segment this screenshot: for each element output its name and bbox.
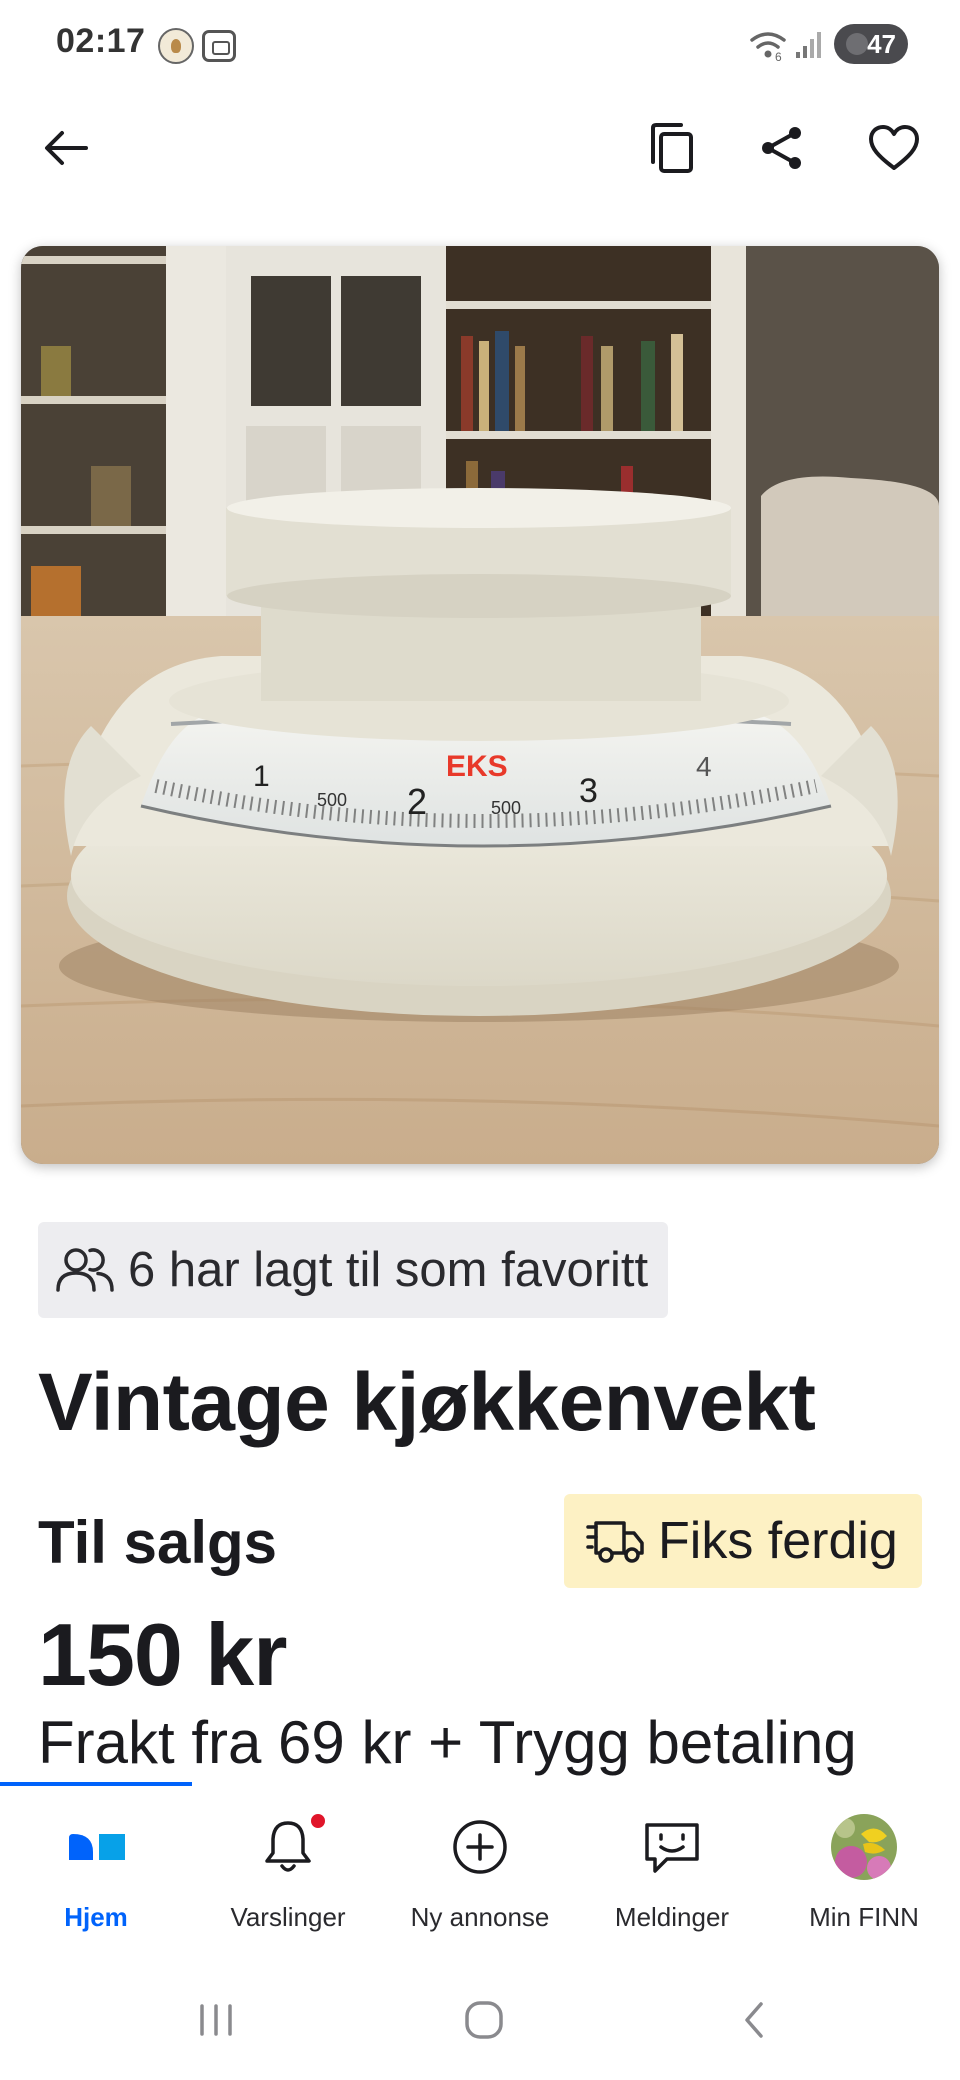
svg-text:2: 2 bbox=[407, 781, 427, 822]
app-header bbox=[0, 100, 960, 200]
recent-apps-button[interactable] bbox=[176, 1990, 256, 2050]
share-button[interactable] bbox=[746, 112, 818, 184]
svg-text:4: 4 bbox=[696, 751, 712, 782]
battery-saver-icon bbox=[846, 33, 868, 55]
battery-icon: 47 bbox=[834, 24, 908, 64]
notification-dot bbox=[309, 1812, 327, 1830]
battery-level: 47 bbox=[867, 28, 896, 59]
status-time: 02:17 bbox=[56, 22, 146, 60]
signal-icon bbox=[796, 32, 821, 58]
svg-text:6: 6 bbox=[775, 50, 782, 62]
favorites-count-text: 6 har lagt til som favoritt bbox=[128, 1243, 649, 1297]
active-tab-indicator bbox=[0, 1782, 192, 1786]
nav-label-new-ad: Ny annonse bbox=[410, 1902, 550, 1932]
nav-item-profile[interactable]: Min FINN bbox=[768, 1810, 960, 1940]
avatar bbox=[831, 1814, 897, 1880]
svg-text:EKS: EKS bbox=[446, 750, 508, 783]
svg-text:1: 1 bbox=[253, 760, 270, 793]
nav-item-messages[interactable]: Meldinger bbox=[576, 1810, 768, 1940]
plus-circle-icon bbox=[453, 1820, 507, 1874]
home-circle-icon bbox=[465, 2001, 503, 2039]
nav-item-home[interactable]: Hjem bbox=[0, 1810, 192, 1940]
back-arrow-icon bbox=[45, 131, 88, 165]
system-navigation-bar bbox=[0, 1960, 960, 2080]
bottom-navigation: Hjem Varslinger Ny annonse Meldinger Min… bbox=[0, 1782, 960, 1956]
flower-app-icon bbox=[158, 28, 194, 64]
delivery-truck-icon bbox=[586, 1521, 644, 1563]
status-bar: 02:17 6 47 bbox=[0, 0, 960, 92]
heart-icon bbox=[869, 125, 919, 170]
nav-label-notifications: Varslinger bbox=[230, 1902, 346, 1932]
svg-text:500: 500 bbox=[317, 790, 347, 810]
chevron-left-icon bbox=[745, 2002, 763, 2038]
sale-type: Til salgs bbox=[38, 1509, 278, 1576]
chat-icon bbox=[645, 1823, 699, 1873]
bell-icon bbox=[265, 1821, 311, 1872]
nav-label-home: Hjem bbox=[64, 1902, 128, 1932]
listing-title: Vintage kjøkkenvekt bbox=[38, 1357, 816, 1448]
photo-illustration: 1 500 2 500 3 4 EKS bbox=[21, 246, 939, 1164]
recent-apps-icon bbox=[200, 2004, 232, 2036]
fiks-ferdig-label: Fiks ferdig bbox=[658, 1512, 898, 1570]
share-icon bbox=[762, 127, 801, 169]
svg-text:500: 500 bbox=[491, 798, 521, 818]
listing-price: 150 kr bbox=[38, 1605, 287, 1704]
nav-label-messages: Meldinger bbox=[614, 1902, 730, 1932]
product-photo[interactable]: 1 500 2 500 3 4 EKS bbox=[21, 246, 939, 1164]
svg-text:3: 3 bbox=[579, 772, 598, 810]
back-system-button[interactable] bbox=[714, 1990, 794, 2050]
nav-item-notifications[interactable]: Varslinger bbox=[192, 1810, 384, 1940]
screenshot-icon bbox=[202, 30, 236, 62]
home-icon bbox=[69, 1834, 125, 1860]
favorite-button[interactable] bbox=[858, 112, 930, 184]
favorites-count-badge: 6 har lagt til som favoritt bbox=[38, 1222, 669, 1318]
nav-label-profile: Min FINN bbox=[809, 1902, 919, 1932]
copy-icon bbox=[651, 123, 693, 173]
users-icon bbox=[56, 1248, 114, 1292]
wifi-icon: 6 bbox=[750, 32, 786, 62]
copy-button[interactable] bbox=[636, 112, 708, 184]
home-system-button[interactable] bbox=[444, 1990, 524, 2050]
nav-item-new-ad[interactable]: Ny annonse bbox=[384, 1810, 576, 1940]
fiks-ferdig-badge: Fiks ferdig bbox=[564, 1494, 922, 1588]
shipping-info: Frakt fra 69 kr + Trygg betaling bbox=[38, 1709, 857, 1776]
back-button[interactable] bbox=[30, 112, 102, 184]
